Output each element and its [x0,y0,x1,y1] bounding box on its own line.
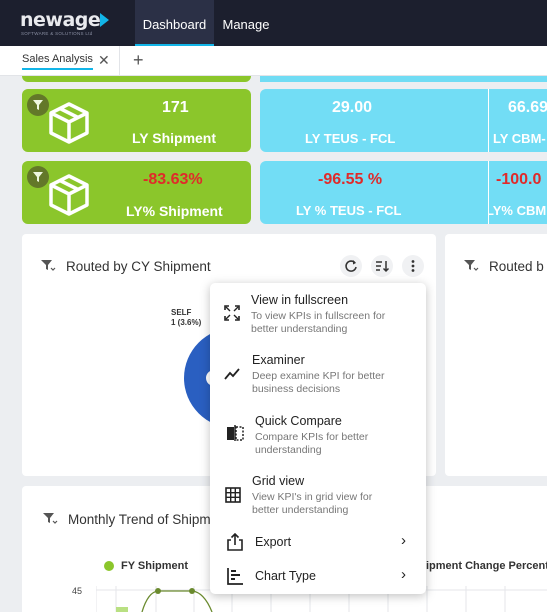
kpi-card-ly-percent-cbm[interactable]: -100.0 LY% CBM [488,161,547,224]
menu-item-description: Deep examine KPI for better business dec… [252,370,385,395]
bar[interactable] [116,607,128,612]
more-vertical-icon[interactable] [402,255,424,277]
menu-item-chart-type[interactable]: Chart Type › [210,563,426,593]
logo-text: newage [20,9,101,31]
menu-item-title: Quick Compare [255,414,342,428]
pie-label: SELF 1 (3.6%) [171,308,201,328]
company-logo[interactable]: newage SOFTWARE & SOLUTIONS Ltd [20,9,120,39]
filter-icon[interactable] [42,511,58,527]
menu-item-title: Examiner [252,353,305,367]
nav-tab-manage[interactable]: Manage [216,0,276,46]
compare-icon [227,425,244,441]
legend-label[interactable]: ipment Change Percent [426,560,547,572]
top-navigation-bar: newage SOFTWARE & SOLUTIONS Ltd Dashboar… [0,0,547,46]
menu-item-title: View in fullscreen [251,293,349,307]
legend-label[interactable]: FY Shipment [121,560,188,572]
tab-sales-analysis[interactable]: Sales Analysis ✕ [0,46,120,76]
kpi-label: LY % TEUS - FCL [296,203,402,218]
kpi-card-ly-teus-fcl[interactable]: 29.00 LY TEUS - FCL [260,89,488,152]
tab-label: Sales Analysis [22,53,93,70]
kpi-value: 66.69 [508,99,547,116]
kpi-label: LY Shipment [132,130,217,146]
kpi-card-ly-shipment[interactable]: 171 LY Shipment [22,89,251,152]
logo-arrow-icon [100,13,109,27]
menu-item-grid-view[interactable]: Grid view View KPI's in grid view for be… [210,469,426,529]
data-point[interactable] [155,588,161,594]
legend-marker [104,561,114,571]
y-axis-tick: 45 [72,586,83,596]
kpi-card-ly-percent-teus-fcl[interactable]: -96.55 % LY % TEUS - FCL [260,161,488,224]
menu-item-view-fullscreen[interactable]: View in fullscreen To view KPIs in fulls… [210,283,426,343]
kpi-value: 171 [162,99,189,116]
chevron-right-icon: › [401,532,406,549]
sort-icon[interactable] [371,255,393,277]
logo-subtitle: SOFTWARE & SOLUTIONS Ltd [21,31,93,36]
fullscreen-icon [224,305,240,321]
package-icon [49,102,89,144]
kpi-label: LY% CBM [488,203,547,218]
kpi-card-partial [260,76,547,82]
trend-line [141,590,213,612]
kpi-divider [488,89,489,152]
grid-icon [225,487,241,503]
menu-item-title: Grid view [252,474,305,488]
kpi-card-ly-percent-shipment[interactable]: -83.63% LY% Shipment [22,161,251,224]
pie-label-name: SELF [171,308,192,317]
menu-item-description: To view KPIs in fullscreen for better un… [251,310,386,335]
kpi-card-partial [22,76,251,82]
menu-item-description: Compare KPIs for better understanding [255,431,369,456]
data-point[interactable] [189,588,195,594]
menu-item-title: Chart Type [255,569,316,583]
card-title: Routed by CY Shipment [66,259,211,274]
chart-type-icon [227,568,243,585]
filter-icon[interactable] [463,258,479,274]
kpi-label: LY TEUS - FCL [305,131,396,146]
kpi-value: -83.63% [143,171,203,188]
kpi-card-ly-cbm[interactable]: 66.69 LY CBM- [488,89,547,152]
pie-label-value: 1 (3.6%) [171,318,202,327]
menu-item-description: View KPI's in grid view for better under… [252,491,373,516]
trend-line-icon [224,368,240,380]
kpi-label: LY% Shipment [126,203,223,219]
kpi-value: -96.55 % [318,171,383,188]
kpi-label: LY CBM- [493,131,546,146]
menu-item-quick-compare[interactable]: Quick Compare Compare KPIs for better un… [210,407,426,467]
kpi-value: 29.00 [332,99,373,116]
kpi-divider [488,161,489,224]
chevron-right-icon: › [401,566,406,583]
card-routed-partial: Routed b [445,234,547,476]
add-tab-button[interactable]: + [133,50,144,70]
filter-icon[interactable] [40,258,56,274]
chart-options-menu: View in fullscreen To view KPIs in fulls… [210,283,426,594]
card-title: Monthly Trend of Shipm [68,512,211,527]
menu-item-export[interactable]: Export › [210,529,426,559]
close-icon[interactable]: ✕ [98,52,110,68]
export-icon [227,533,243,551]
menu-item-examiner[interactable]: Examiner Deep examine KPI for better bus… [210,345,426,405]
kpi-value: -100.0 [496,171,542,188]
card-title: Routed b [489,259,544,274]
package-icon [49,174,89,216]
dashboard-tab-bar: Sales Analysis ✕ + [0,46,547,76]
refresh-icon[interactable] [340,255,362,277]
menu-item-title: Export [255,535,292,549]
nav-tab-dashboard[interactable]: Dashboard [135,0,214,46]
